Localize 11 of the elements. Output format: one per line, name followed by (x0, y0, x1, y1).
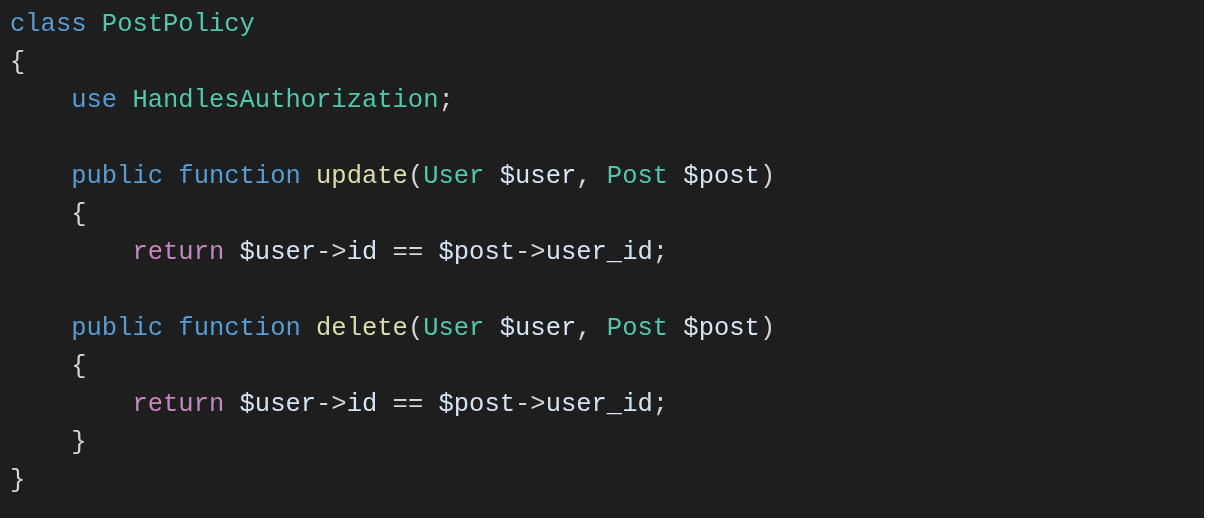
code-line: { (70, 351, 87, 383)
code-line: public function delete(User $user, Post $post) (70, 313, 776, 345)
code-line: return $user->id == $post->user_id; (131, 389, 669, 421)
code-line: class PostPolicy (10, 9, 255, 41)
code-line: } (70, 427, 87, 459)
code-line: { (70, 199, 87, 231)
code-line: return $user->id == $post->user_id; (131, 237, 669, 269)
code-line: use HandlesAuthorization; (70, 85, 454, 117)
code-line: public function update(User $user, Post $post) (70, 161, 776, 193)
code-line: { (10, 47, 26, 79)
code-line: } (10, 465, 26, 497)
